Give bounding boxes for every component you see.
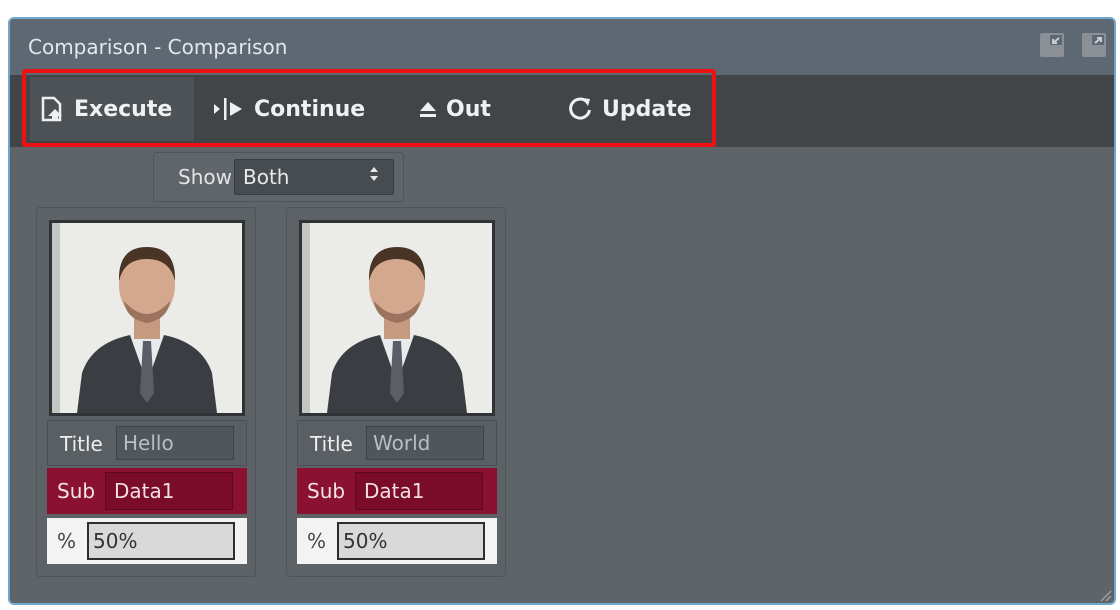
show-select[interactable]: Both — [234, 159, 394, 195]
sub-label: Sub — [57, 479, 96, 503]
title-row: Title World — [297, 420, 497, 466]
execute-icon — [40, 95, 66, 123]
execute-button[interactable]: Execute — [30, 77, 194, 141]
title-bar: Comparison - Comparison — [10, 19, 1114, 75]
resize-grip-icon[interactable] — [1098, 587, 1112, 602]
show-label: Show — [178, 165, 232, 189]
percent-label: % — [57, 529, 77, 553]
refresh-icon — [566, 95, 594, 123]
title-label: Title — [310, 432, 353, 456]
window-title: Comparison - Comparison — [28, 35, 288, 59]
sub-row: Sub Data1 — [47, 468, 247, 514]
percent-field[interactable]: 50% — [337, 522, 485, 560]
continue-label: Continue — [254, 96, 366, 122]
comparison-card: Title World Sub Data1 % 50% — [286, 207, 506, 577]
title-row: Title Hello — [47, 420, 247, 466]
restore-icon[interactable] — [1038, 31, 1066, 59]
percent-row: % 50% — [297, 518, 497, 564]
title-field[interactable]: Hello — [116, 426, 234, 460]
sub-label: Sub — [307, 479, 346, 503]
sub-field[interactable]: Data1 — [355, 472, 483, 510]
step-continue-icon — [212, 96, 246, 122]
title-field[interactable]: World — [366, 426, 484, 460]
execute-label: Execute — [74, 96, 173, 122]
eject-icon — [418, 99, 438, 119]
out-button[interactable]: Out — [408, 77, 512, 141]
update-label: Update — [602, 96, 692, 122]
percent-label: % — [307, 529, 327, 553]
out-label: Out — [446, 96, 491, 122]
continue-button[interactable]: Continue — [202, 77, 366, 141]
percent-row: % 50% — [47, 518, 247, 564]
sub-field[interactable]: Data1 — [105, 472, 233, 510]
show-filter: Show Both — [153, 152, 404, 202]
comparison-window: Comparison - Comparison Execute Continue… — [8, 17, 1116, 605]
show-select-value: Both — [243, 165, 290, 189]
person-photo — [299, 220, 495, 416]
sub-row: Sub Data1 — [297, 468, 497, 514]
updown-arrow-icon — [369, 165, 379, 187]
update-button[interactable]: Update — [556, 77, 696, 141]
popout-icon[interactable] — [1080, 31, 1108, 59]
person-photo — [49, 220, 245, 416]
comparison-card: Title Hello Sub Data1 % 50% — [36, 207, 256, 577]
title-label: Title — [60, 432, 103, 456]
percent-field[interactable]: 50% — [87, 522, 235, 560]
toolbar: Execute Continue Out Update — [10, 75, 1114, 147]
